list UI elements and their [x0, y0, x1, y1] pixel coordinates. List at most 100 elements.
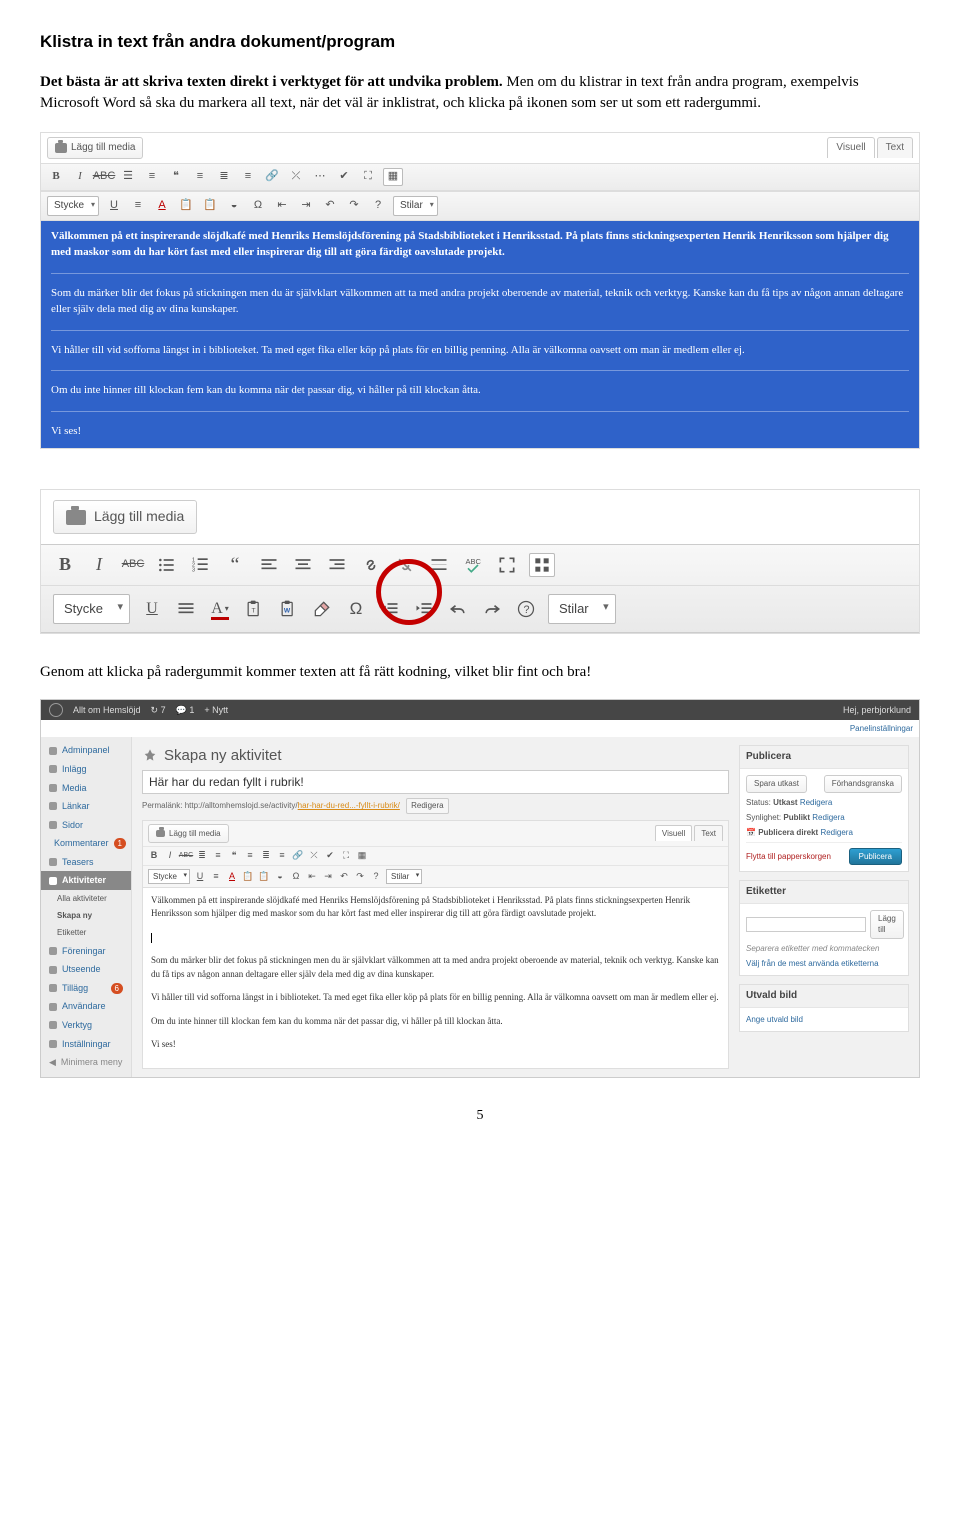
link-icon[interactable] — [359, 554, 383, 576]
editor-content[interactable]: Välkommen på ett inspirerande slöjdkafé … — [41, 221, 919, 449]
underline-icon[interactable]: U — [105, 197, 123, 215]
redo-icon[interactable] — [480, 598, 504, 620]
sidebar-comments[interactable]: Kommentarer1 — [41, 834, 131, 853]
sidebar-users[interactable]: Användare — [41, 997, 131, 1016]
permalink-edit-button[interactable]: Redigera — [406, 798, 448, 813]
styles-select[interactable]: Stilar — [393, 196, 438, 216]
fullscreen-icon[interactable]: ⛶ — [340, 850, 352, 862]
panel-options[interactable]: Panelinställningar — [41, 720, 919, 737]
sidebar-associations[interactable]: Föreningar — [41, 942, 131, 961]
kitchensink-icon[interactable] — [529, 553, 555, 577]
unlink-icon[interactable] — [393, 554, 417, 576]
tab-text[interactable]: Text — [694, 825, 723, 841]
paste-word-icon[interactable]: W — [276, 598, 300, 620]
align-right-icon[interactable] — [325, 554, 349, 576]
paste-word-icon[interactable]: 📋 — [258, 870, 270, 882]
undo-icon[interactable]: ↶ — [321, 197, 339, 215]
textcolor-icon[interactable]: A — [226, 870, 238, 882]
visibility-edit[interactable]: Redigera — [812, 813, 844, 822]
updates-icon[interactable]: ↻ 7 — [151, 704, 166, 717]
quote-icon[interactable]: “ — [223, 554, 247, 576]
italic-icon[interactable]: I — [164, 850, 176, 862]
help-icon[interactable]: ? — [369, 197, 387, 215]
spellcheck-icon[interactable]: ✔ — [324, 850, 336, 862]
align-justify-icon[interactable]: ≡ — [210, 870, 222, 882]
styles-select[interactable]: Stilar — [386, 869, 422, 884]
specialchar-icon[interactable]: Ω — [344, 598, 368, 620]
site-name[interactable]: Allt om Hemslöjd — [73, 704, 141, 717]
paste-text-icon[interactable]: 📋 — [242, 870, 254, 882]
wp-logo-icon[interactable] — [49, 703, 63, 717]
align-center-icon[interactable]: ≣ — [260, 850, 272, 862]
sidebar-new-activity[interactable]: Skapa ny — [41, 907, 131, 924]
tab-visual[interactable]: Visuell — [655, 825, 692, 841]
save-draft-button[interactable]: Spara utkast — [746, 775, 807, 792]
outdent-icon[interactable]: ⇤ — [273, 197, 291, 215]
fullscreen-icon[interactable] — [495, 554, 519, 576]
align-center-icon[interactable]: ≣ — [215, 168, 233, 186]
undo-icon[interactable] — [446, 598, 470, 620]
eraser-icon[interactable]: ◒ — [225, 197, 243, 215]
align-right-icon[interactable]: ≡ — [276, 850, 288, 862]
permalink-slug[interactable]: har-har-du-red...-fyllt-i-rubrik/ — [298, 801, 400, 810]
tab-text[interactable]: Text — [877, 137, 913, 158]
status-edit[interactable]: Redigera — [800, 798, 832, 807]
align-right-icon[interactable]: ≡ — [239, 168, 257, 186]
indent-icon[interactable]: ⇥ — [297, 197, 315, 215]
more-icon[interactable]: ⋯ — [311, 168, 329, 186]
outdent-icon[interactable] — [378, 598, 402, 620]
bold-icon[interactable]: B — [47, 168, 65, 186]
sidebar-adminpanel[interactable]: Adminpanel — [41, 741, 131, 760]
sidebar-activities[interactable]: Aktiviteter — [41, 871, 131, 890]
strike-icon[interactable]: ABC — [121, 554, 145, 576]
underline-icon[interactable]: U — [194, 870, 206, 882]
paste-text-icon[interactable]: 📋 — [177, 197, 195, 215]
publish-button[interactable]: Publicera — [849, 848, 902, 865]
unlink-icon[interactable]: ⤫ — [287, 168, 305, 186]
textcolor-icon[interactable]: A▾ — [208, 598, 232, 620]
underline-icon[interactable]: U — [140, 598, 164, 620]
eraser-icon[interactable]: ◒ — [274, 870, 286, 882]
format-select[interactable]: Stycke — [53, 594, 130, 624]
add-media-button[interactable]: Lägg till media — [47, 137, 143, 159]
redo-icon[interactable]: ↷ — [354, 870, 366, 882]
indent-icon[interactable] — [412, 598, 436, 620]
editor-content[interactable]: Välkommen på ett inspirerande slöjdkafé … — [142, 888, 729, 1069]
strike-icon[interactable]: ABC — [95, 168, 113, 186]
title-input[interactable] — [142, 770, 729, 794]
sidebar-appearance[interactable]: Utseende — [41, 960, 131, 979]
align-justify-icon[interactable] — [174, 598, 198, 620]
kitchensink-icon[interactable]: ▦ — [383, 168, 403, 186]
paste-text-icon[interactable]: T — [242, 598, 266, 620]
add-media-button[interactable]: Lägg till media — [148, 824, 229, 843]
sidebar-plugins[interactable]: Tillägg6 — [41, 979, 131, 998]
format-select[interactable]: Stycke — [148, 869, 190, 884]
align-left-icon[interactable] — [257, 554, 281, 576]
numbered-list-icon[interactable]: ≡ — [212, 850, 224, 862]
sidebar-collapse[interactable]: ◀Minimera meny — [41, 1053, 131, 1072]
sidebar-act-tags[interactable]: Etiketter — [41, 924, 131, 941]
unlink-icon[interactable]: ⤫ — [308, 850, 320, 862]
sidebar-links[interactable]: Länkar — [41, 797, 131, 816]
quote-icon[interactable]: ❝ — [228, 850, 240, 862]
link-icon[interactable]: 🔗 — [292, 850, 304, 862]
specialchar-icon[interactable]: Ω — [290, 870, 302, 882]
tag-add-button[interactable]: Lägg till — [870, 910, 904, 938]
set-featured-link[interactable]: Ange utvald bild — [746, 1014, 902, 1025]
align-left-icon[interactable]: ≡ — [244, 850, 256, 862]
specialchar-icon[interactable]: Ω — [249, 197, 267, 215]
italic-icon[interactable]: I — [71, 168, 89, 186]
new-content[interactable]: + Nytt — [204, 704, 228, 717]
format-select[interactable]: Stycke — [47, 196, 99, 216]
help-icon[interactable]: ? — [514, 598, 538, 620]
link-icon[interactable]: 🔗 — [263, 168, 281, 186]
outdent-icon[interactable]: ⇤ — [306, 870, 318, 882]
comments-icon[interactable]: 💬 1 — [176, 704, 195, 717]
help-icon[interactable]: ? — [370, 870, 382, 882]
quote-icon[interactable]: ❝ — [167, 168, 185, 186]
textcolor-icon[interactable]: A — [153, 197, 171, 215]
eraser-icon[interactable] — [310, 598, 334, 620]
sidebar-media[interactable]: Media — [41, 779, 131, 798]
spellcheck-icon[interactable]: ABC — [461, 554, 485, 576]
indent-icon[interactable]: ⇥ — [322, 870, 334, 882]
